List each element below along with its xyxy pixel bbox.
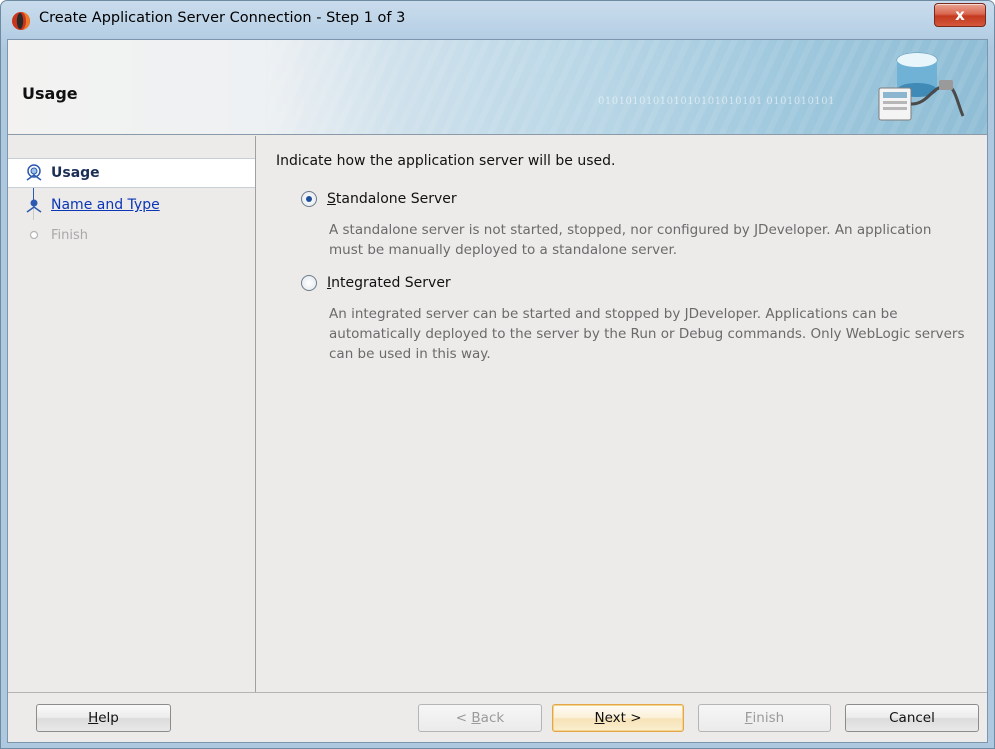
button-label: ack (480, 710, 505, 726)
nav-step-name-and-type[interactable]: Name and Type (8, 190, 255, 220)
nav-step-label: Finish (51, 227, 89, 243)
jdeveloper-app-icon (12, 12, 30, 30)
title-bar[interactable]: Create Application Server Connection - S… (1, 1, 994, 39)
nav-step-label: Usage (51, 165, 100, 181)
page-title: Usage (22, 84, 78, 103)
button-label: ext > (604, 710, 642, 726)
dialog-body: 010101010101010101010101 0101010101 Usag… (7, 39, 988, 743)
radio-selected-dot (306, 196, 312, 202)
nav-step-finish: Finish (8, 220, 255, 250)
mnemonic-letter: S (327, 191, 336, 207)
mnemonic-letter: F (744, 710, 753, 726)
mnemonic-letter: B (471, 710, 481, 726)
help-button[interactable]: Help (36, 704, 171, 732)
server-connection-icon (878, 52, 965, 121)
banner-binary-text: 010101010101010101010101 0101010101 (598, 96, 835, 107)
header-banner: 010101010101010101010101 0101010101 Usag… (8, 40, 987, 135)
window-title: Create Application Server Connection - S… (39, 10, 406, 26)
mnemonic-letter: N (594, 710, 605, 726)
finish-button[interactable]: Finish (698, 704, 831, 732)
back-button[interactable]: < Back (418, 704, 542, 732)
pending-step-icon (29, 230, 39, 240)
current-step-icon (26, 164, 42, 181)
nav-step-label: Name and Type (51, 197, 160, 213)
standalone-server-description: A standalone server is not started, stop… (329, 222, 932, 258)
integrated-server-label[interactable]: Integrated Server (327, 275, 451, 291)
mnemonic-letter: H (88, 710, 99, 726)
option-label-text: ntegrated Server (331, 275, 451, 291)
standalone-server-radio[interactable] (301, 191, 317, 207)
close-icon: x (955, 6, 965, 24)
cancel-button[interactable]: Cancel (845, 704, 979, 732)
button-label: inish (752, 710, 785, 726)
close-button[interactable]: x (934, 3, 986, 27)
option-label-text: tandalone Server (335, 191, 457, 207)
button-label: Cancel (889, 710, 935, 726)
standalone-server-option[interactable]: Standalone Server (301, 191, 457, 207)
button-label: elp (98, 710, 119, 726)
main-content: Indicate how the application server will… (257, 136, 987, 692)
nav-step-usage[interactable]: Usage (8, 158, 255, 188)
dialog-window: Create Application Server Connection - S… (0, 0, 995, 749)
button-label: < (455, 710, 472, 726)
next-button[interactable]: Next > (552, 704, 684, 732)
instruction-text: Indicate how the application server will… (276, 153, 616, 169)
integrated-server-radio[interactable] (301, 275, 317, 291)
integrated-server-option[interactable]: Integrated Server (301, 275, 451, 291)
integrated-server-description: An integrated server can be started and … (329, 306, 965, 362)
step-node-icon (26, 199, 42, 213)
standalone-server-label[interactable]: Standalone Server (327, 191, 457, 207)
wizard-steps-panel: Usage Name and Type Finish (8, 136, 256, 692)
button-bar: Help < Back Next > Finish Cancel (8, 692, 987, 742)
